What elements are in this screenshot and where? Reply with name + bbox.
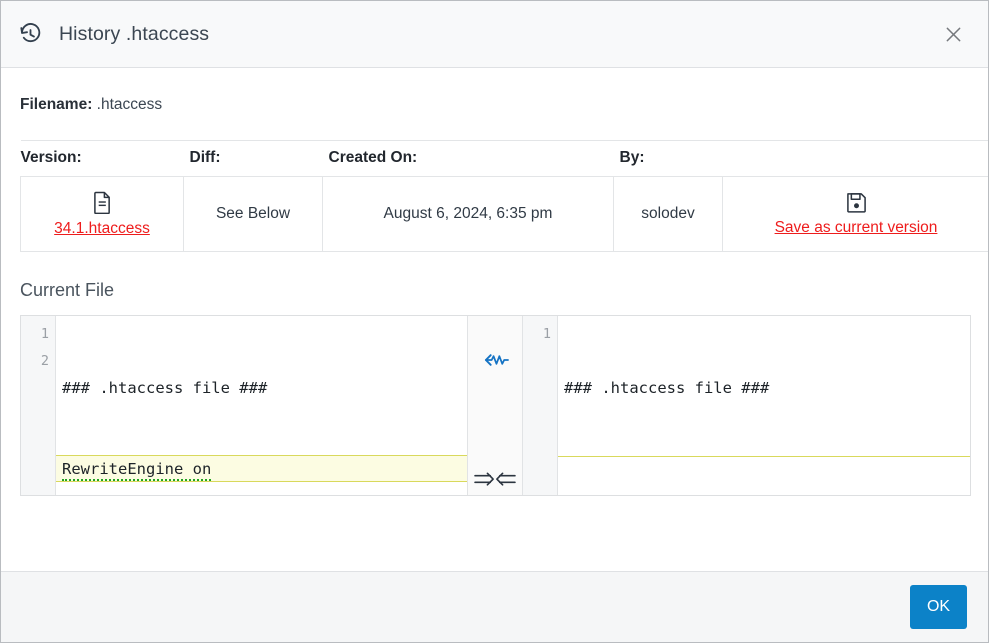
filename-value: .htaccess [92, 96, 163, 113]
filename-label: Filename: [20, 96, 93, 113]
column-header-by: By: [613, 140, 723, 177]
code-line-changed: RewriteEngine on [56, 455, 467, 482]
spellcheck-underlined-text: RewriteEngine on [62, 460, 212, 481]
column-header-created-on: Created On: [322, 140, 614, 177]
copy-to-left-arrow-icon[interactable] [468, 352, 522, 368]
diff-editor: 1 2 ### .htaccess file ### RewriteEngine… [20, 315, 971, 496]
current-file-title: Current File [20, 280, 115, 300]
code-line: ### .htaccess file ### [564, 379, 770, 397]
ok-button[interactable]: OK [910, 585, 967, 629]
version-table: Version: Diff: Created On: By: 34.1.htac… [20, 140, 988, 252]
line-number-gutter-left: 1 2 [21, 316, 56, 495]
filename-row: Filename: .htaccess [20, 68, 969, 114]
line-number: 1 [542, 326, 551, 342]
cell-action: Save as current version [722, 176, 988, 252]
cell-version: 34.1.htaccess [20, 176, 184, 252]
cell-diff: See Below [183, 176, 323, 252]
cell-created-on: August 6, 2024, 6:35 pm [322, 176, 614, 252]
history-modal: History .htaccess Filename: .htaccess Ve… [0, 0, 989, 643]
save-as-current-version-link[interactable]: Save as current version [775, 219, 938, 237]
version-file-link[interactable]: 34.1.htaccess [54, 220, 150, 238]
page-title: History .htaccess [59, 22, 210, 45]
code-line: ### .htaccess file ### [62, 379, 268, 397]
close-icon[interactable] [936, 17, 970, 51]
modal-header: History .htaccess [1, 1, 988, 68]
history-icon [15, 19, 45, 49]
column-header-action [722, 140, 988, 177]
diff-change-marker [558, 456, 970, 457]
table-row: 34.1.htaccess See Below August 6, 2024, … [20, 176, 988, 252]
collapse-arrows-icon[interactable] [468, 470, 522, 489]
line-number: 1 [40, 326, 49, 342]
document-icon [93, 191, 112, 214]
diff-gutter-middle [467, 316, 523, 495]
modal-body: Filename: .htaccess Version: Diff: Creat… [1, 68, 988, 571]
line-number: 2 [40, 353, 49, 369]
cell-by: solodev [613, 176, 723, 252]
floppy-save-icon [846, 192, 867, 213]
column-header-diff: Diff: [183, 140, 323, 177]
diff-pane-right[interactable]: 1 ### .htaccess file ### [523, 316, 970, 495]
line-number-gutter-right: 1 [523, 316, 558, 495]
code-content-right[interactable]: ### .htaccess file ### [558, 316, 970, 495]
column-header-version: Version: [20, 140, 184, 177]
diff-pane-left[interactable]: 1 2 ### .htaccess file ### RewriteEngine… [21, 316, 467, 495]
table-header-row: Version: Diff: Created On: By: [20, 140, 988, 177]
code-content-left[interactable]: ### .htaccess file ### RewriteEngine on [56, 316, 467, 495]
modal-footer: OK [1, 571, 988, 642]
